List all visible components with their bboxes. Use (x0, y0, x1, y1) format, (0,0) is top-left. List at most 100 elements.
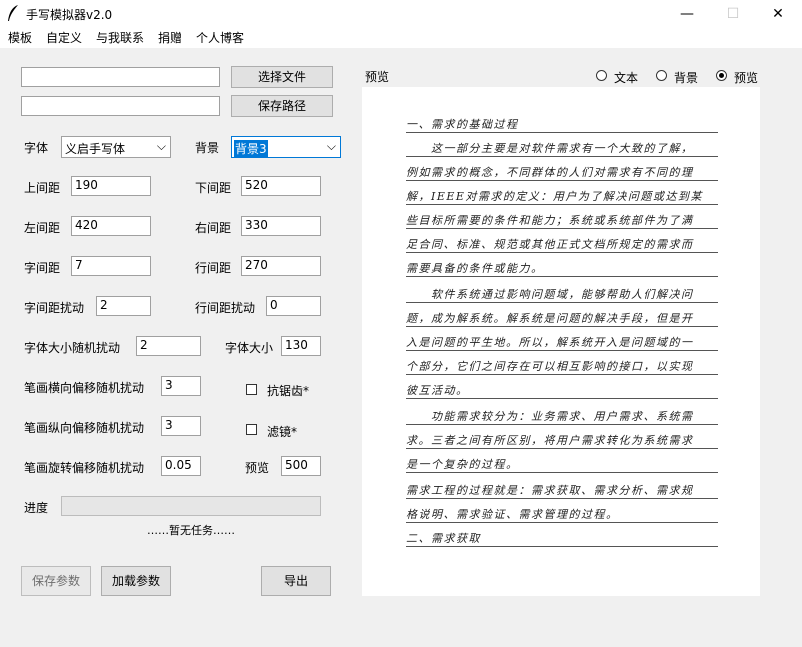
filter-checkbox[interactable] (246, 424, 257, 435)
paper-rule (406, 350, 718, 351)
bottom-margin-label: 下间距 (195, 181, 232, 195)
background-select-value: 背景3 (234, 140, 268, 157)
char-spacing-jitter-input[interactable]: 2 (96, 296, 151, 316)
save-path-input[interactable] (21, 96, 220, 116)
handwritten-line: 彼互活动。 (406, 384, 469, 397)
export-button[interactable]: 导出 (261, 566, 331, 596)
feather-icon (8, 5, 18, 21)
preview-size-input[interactable]: 500 (281, 456, 321, 476)
font-size-input[interactable]: 130 (281, 336, 321, 356)
handwritten-line: 一、需求的基础过程 (406, 118, 519, 131)
char-spacing-input[interactable]: 7 (71, 256, 151, 276)
paper-rule (406, 374, 718, 375)
top-margin-label: 上间距 (24, 181, 61, 195)
progress-status: ……暂无任务…… (147, 524, 235, 537)
preview-canvas: 一、需求的基础过程 这一部分主要是对软件需求有一个大致的了解， 例如需求的概念，… (362, 87, 760, 596)
handwritten-line: 格说明、需求验证、需求管理的过程。 (406, 508, 619, 521)
progress-label: 进度 (24, 501, 49, 515)
paper-rule (406, 228, 718, 229)
stroke-rot-jitter-input[interactable]: 0.05 (161, 456, 201, 476)
background-label: 背景 (195, 141, 220, 155)
font-size-jitter-input[interactable]: 2 (136, 336, 201, 356)
menu-donate[interactable]: 捐赠 (158, 29, 182, 46)
filter-label: 滤镜* (267, 425, 298, 439)
right-margin-label: 右间距 (195, 221, 232, 235)
paper-rule (406, 448, 718, 449)
menu-contact[interactable]: 与我联系 (96, 29, 144, 46)
handwritten-line: 软件系统通过影响问题域，能够帮助人们解决问 (406, 288, 694, 301)
line-spacing-jitter-label: 行间距扰动 (195, 301, 256, 315)
radio-preview[interactable] (716, 70, 727, 81)
font-select[interactable]: 义启手写体 ⌵ (61, 136, 171, 158)
save-path-button[interactable]: 保存路径 (231, 95, 333, 117)
chevron-down-icon: ⌵ (156, 139, 166, 153)
handwritten-line: 解，IEEE对需求的定义：用户为了解决问题或达到某 (406, 190, 703, 203)
line-spacing-input[interactable]: 270 (241, 256, 321, 276)
file-path-input[interactable] (21, 67, 220, 87)
handwritten-line: 题，成为解系统。解系统是问题的解决手段，但是开 (406, 312, 694, 325)
stroke-rot-jitter-label: 笔画旋转偏移随机扰动 (24, 461, 145, 475)
paper-rule (406, 132, 718, 133)
close-button[interactable]: ✕ (755, 0, 801, 28)
progress-bar (61, 496, 321, 516)
handwritten-line: 需求工程的过程就是：需求获取、需求分析、需求规 (406, 484, 694, 497)
paper-rule (406, 424, 718, 425)
paper-rule (406, 302, 718, 303)
paper-rule (406, 252, 718, 253)
paper-rule (406, 156, 718, 157)
menu-custom[interactable]: 自定义 (46, 29, 82, 46)
paper-rule (406, 472, 718, 473)
radio-text-label: 文本 (614, 71, 639, 85)
select-file-button[interactable]: 选择文件 (231, 66, 333, 88)
line-spacing-label: 行间距 (195, 261, 232, 275)
paper-rule (406, 326, 718, 327)
maximize-button[interactable]: ☐ (710, 0, 756, 28)
handwritten-line: 些目标所需要的条件和能力；系统或系统部件为了满 (406, 214, 694, 227)
antialias-checkbox[interactable] (246, 384, 257, 395)
paper-rule (406, 522, 718, 523)
paper-rule (406, 204, 718, 205)
menu-blog[interactable]: 个人博客 (196, 29, 244, 46)
stroke-v-jitter-label: 笔画纵向偏移随机扰动 (24, 421, 145, 435)
font-label: 字体 (24, 141, 49, 155)
stroke-h-jitter-input[interactable]: 3 (161, 376, 201, 396)
right-margin-input[interactable]: 330 (241, 216, 321, 236)
bottom-margin-input[interactable]: 520 (241, 176, 321, 196)
font-select-value: 义启手写体 (65, 142, 126, 156)
minimize-button[interactable]: — (664, 0, 710, 28)
handwritten-line: 例如需求的概念，不同群体的人们对需求有不同的理 (406, 166, 694, 179)
radio-preview-label: 预览 (734, 71, 759, 85)
chevron-down-icon: ⌵ (326, 139, 336, 153)
handwritten-line: 个部分，它们之间存在可以相互影响的接口，以实现 (406, 360, 694, 373)
char-spacing-jitter-label: 字间距扰动 (24, 301, 85, 315)
stroke-v-jitter-input[interactable]: 3 (161, 416, 201, 436)
handwritten-line: 二、需求获取 (406, 532, 481, 545)
paper-rule (406, 180, 718, 181)
paper-rule (406, 398, 718, 399)
left-margin-input[interactable]: 420 (71, 216, 151, 236)
preview-title: 预览 (365, 70, 390, 84)
antialias-label: 抗锯齿* (267, 384, 310, 398)
background-select[interactable]: 背景3 ⌵ (231, 136, 341, 158)
load-params-button[interactable]: 加载参数 (101, 566, 171, 596)
radio-text[interactable] (596, 70, 607, 81)
font-size-label: 字体大小 (225, 341, 274, 355)
paper-rule (406, 498, 718, 499)
radio-background-label: 背景 (674, 71, 699, 85)
stroke-h-jitter-label: 笔画横向偏移随机扰动 (24, 381, 145, 395)
paper-rule (406, 276, 718, 277)
handwritten-line: 是一个复杂的过程。 (406, 458, 519, 471)
preview-size-label: 预览 (245, 461, 270, 475)
save-params-button[interactable]: 保存参数 (21, 566, 91, 596)
handwritten-line: 足合同、标准、规范或其他正式文档所规定的需求而 (406, 238, 694, 251)
handwritten-line: 入是问题的平生地。所以，解系统开入是问题域的一 (406, 336, 694, 349)
top-margin-input[interactable]: 190 (71, 176, 151, 196)
handwritten-line: 这一部分主要是对软件需求有一个大致的了解， (406, 142, 694, 155)
handwritten-line: 求。三者之间有所区别，将用户需求转化为系统需求 (406, 434, 694, 447)
paper-rule (406, 546, 718, 547)
window-title: 手写模拟器v2.0 (26, 8, 113, 22)
menu-templates[interactable]: 模板 (8, 29, 32, 46)
line-spacing-jitter-input[interactable]: 0 (266, 296, 321, 316)
char-spacing-label: 字间距 (24, 261, 61, 275)
radio-background[interactable] (656, 70, 667, 81)
